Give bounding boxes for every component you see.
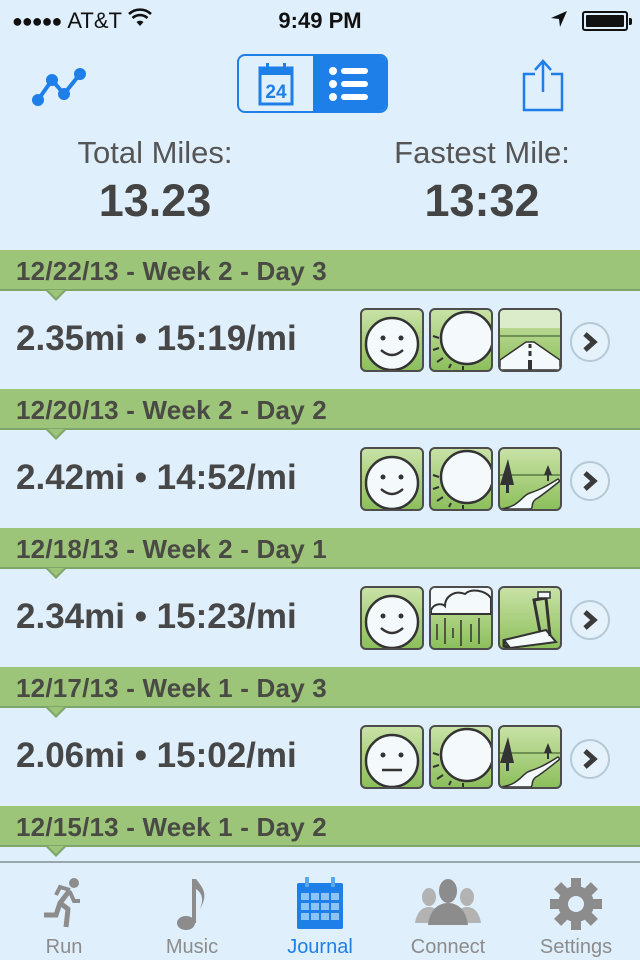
entry-date-header: 12/18/13 - Week 2 - Day 1 [0,528,640,579]
entry-conditions [360,586,562,650]
entry-detail-button[interactable] [570,739,610,779]
tab-label: Journal [287,936,353,958]
status-bar: ●●●●● AT&T 9:49 PM [0,0,640,40]
view-mode-segmented-control: 24 [237,54,388,113]
graph-button[interactable] [28,60,92,110]
weather-sunny-icon [429,308,493,372]
weather-sunny-icon [429,447,493,511]
header-pointer-inner [48,846,64,854]
total-miles-label: Total Miles: [77,135,233,170]
terrain-trail-icon [498,447,562,511]
location-arrow-icon [550,8,568,34]
list-icon [329,66,369,101]
runner-icon [44,878,80,928]
entry-body[interactable]: 2.34mi • 15:23/mi [0,569,640,667]
journal-entry[interactable]: 12/20/13 - Week 2 - Day 2 2.42mi • 14:52… [0,389,640,528]
tab-music[interactable]: Music [128,863,256,960]
music-note-icon [177,879,205,930]
entry-distance-pace: 2.06mi • 15:02/mi [16,736,297,775]
tab-connect[interactable]: Connect [384,863,512,960]
tab-label: Run [45,936,83,958]
entry-distance-pace: 2.34mi • 15:23/mi [16,597,297,636]
entry-date-header: 12/20/13 - Week 2 - Day 2 [0,389,640,440]
list-view-segment[interactable] [312,56,386,111]
journal-list[interactable]: 12/22/13 - Week 2 - Day 3 2.35mi • 15:19… [0,250,640,860]
summary: Total Miles: 13.23 Fastest Mile: 13:32 [0,135,640,245]
tab-journal[interactable]: Journal [256,863,384,960]
tab-label: Connect [410,936,486,958]
people-icon [415,879,481,925]
mood-neutral-icon [360,725,424,789]
entry-detail-button[interactable] [570,461,610,501]
share-button[interactable] [520,58,566,114]
weather-sunny-icon [429,725,493,789]
entry-detail-button[interactable] [570,600,610,640]
chevron-right-icon [583,610,598,630]
journal-entry[interactable]: 12/17/13 - Week 1 - Day 3 2.06mi • 15:02… [0,667,640,806]
tab-bar: Run Music Journal Connect Settings [0,861,640,960]
entry-date-header: 12/22/13 - Week 2 - Day 3 [0,250,640,301]
fastest-mile-value: 13:32 [424,175,540,226]
share-icon [522,59,564,112]
calendar-icon: 24 [258,62,294,105]
terrain-trail-icon [498,725,562,789]
mood-happy-icon [360,586,424,650]
calendar-grid-icon [297,877,343,929]
fastest-mile: Fastest Mile: 13:32 [322,135,640,227]
total-miles-value: 13.23 [98,175,212,226]
terrain-road-icon [498,308,562,372]
entry-date-label: 12/18/13 - Week 2 - Day 1 [16,534,327,564]
tab-run[interactable]: Run [0,863,128,960]
entry-date-header: 12/17/13 - Week 1 - Day 3 [0,667,640,718]
tab-settings[interactable]: Settings [512,863,640,960]
entry-conditions [360,447,562,511]
entry-date-label: 12/20/13 - Week 2 - Day 2 [16,395,327,425]
entry-body[interactable]: 2.42mi • 14:52/mi [0,430,640,528]
fastest-mile-label: Fastest Mile: [394,135,570,170]
entry-date-label: 12/22/13 - Week 2 - Day 3 [16,256,327,286]
mood-happy-icon [360,447,424,511]
total-miles: Total Miles: 13.23 [0,135,315,227]
entry-body[interactable]: 2.06mi • 15:02/mi [0,708,640,806]
chevron-right-icon [583,471,598,491]
entry-conditions [360,308,562,372]
mood-happy-icon [360,308,424,372]
calendar-day: 24 [265,82,287,103]
tab-label: Music [165,936,219,958]
entry-distance-pace: 2.42mi • 14:52/mi [16,458,297,497]
status-right [550,8,632,34]
nav-bar: 24 [0,40,640,130]
battery-full-icon [582,11,632,31]
chevron-right-icon [583,749,598,769]
entry-distance-pace: 2.35mi • 15:19/mi [16,319,297,358]
entry-date-label: 12/15/13 - Week 1 - Day 2 [16,812,327,842]
entry-date-label: 12/17/13 - Week 1 - Day 3 [16,673,327,703]
terrain-treadmill-icon [498,586,562,650]
chevron-right-icon [583,332,598,352]
journal-entry[interactable]: 12/18/13 - Week 2 - Day 1 2.34mi • 15:23… [0,528,640,667]
graph-icon [32,68,86,106]
gear-icon [550,878,602,930]
tab-label: Settings [539,936,613,958]
weather-rainy-icon [429,586,493,650]
entry-body[interactable]: 2.35mi • 15:19/mi [0,291,640,389]
clock: 9:49 PM [278,8,362,33]
journal-entry[interactable]: 12/22/13 - Week 2 - Day 3 2.35mi • 15:19… [0,250,640,389]
entry-conditions [360,725,562,789]
entry-date-header: 12/15/13 - Week 1 - Day 2 [0,806,640,857]
calendar-view-segment[interactable]: 24 [239,56,313,111]
entry-detail-button[interactable] [570,322,610,362]
journal-entry[interactable]: 12/15/13 - Week 1 - Day 2 [0,806,640,860]
